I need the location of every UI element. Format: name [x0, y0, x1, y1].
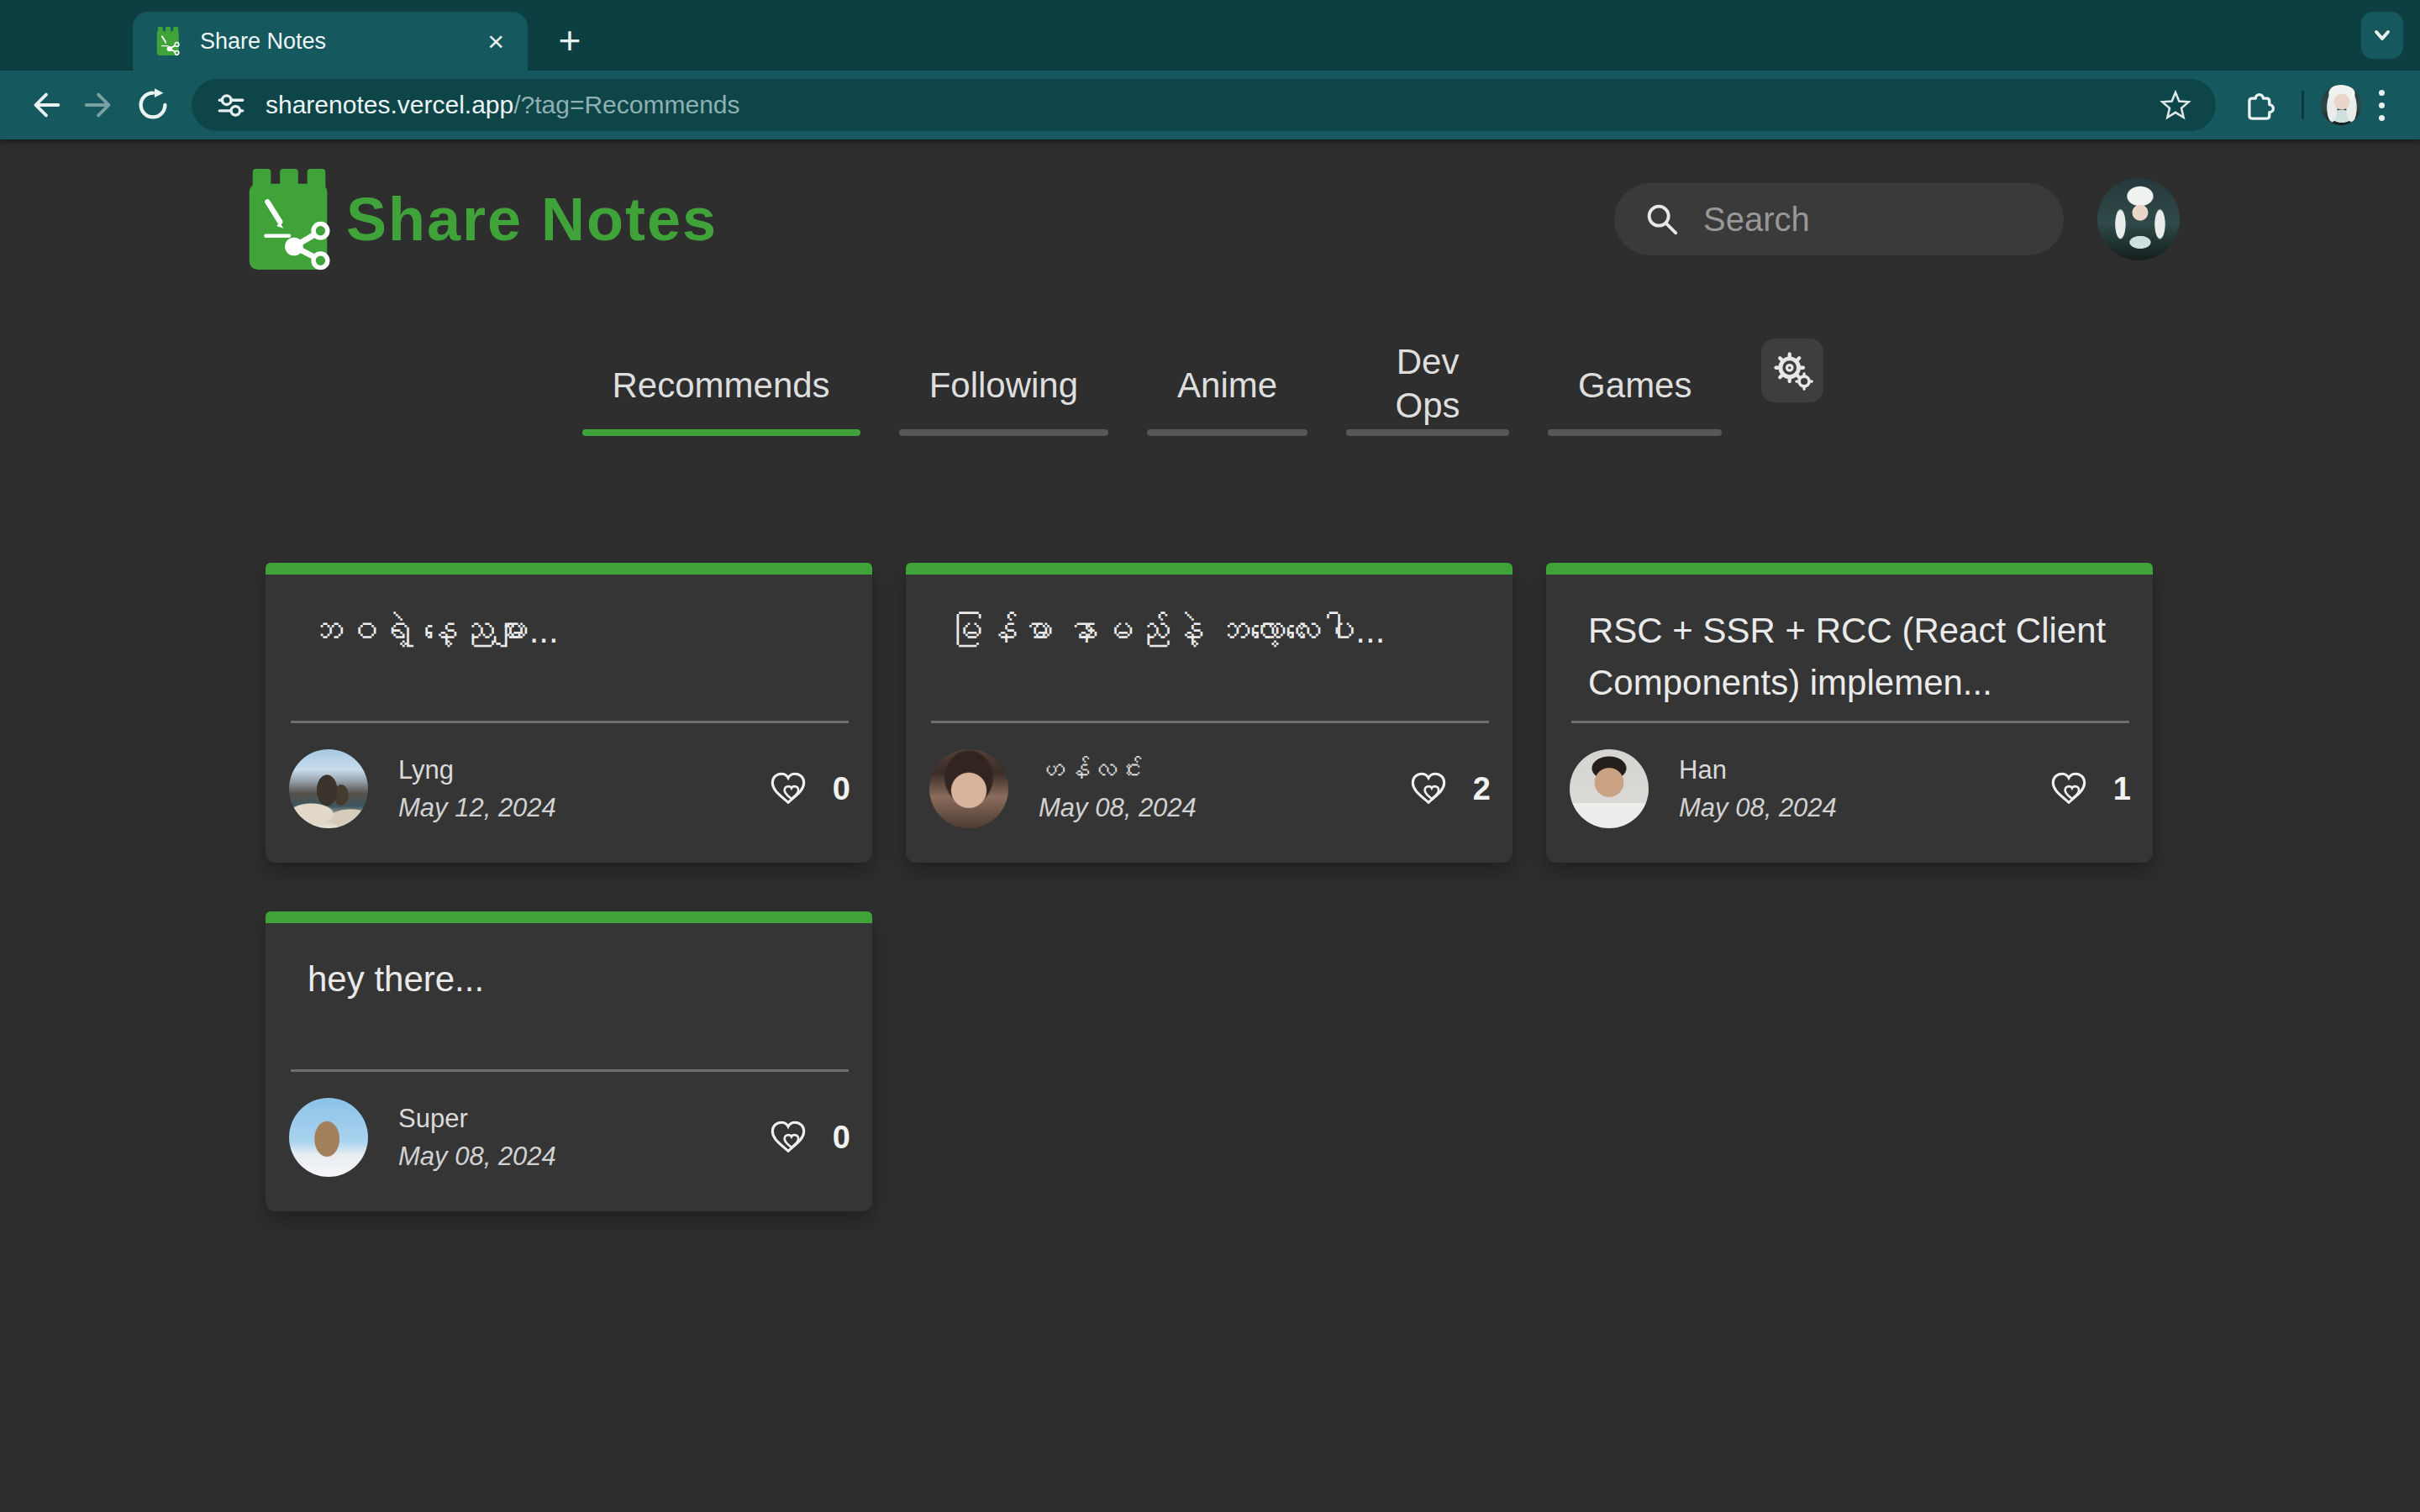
user-avatar[interactable] — [2097, 178, 2180, 260]
page-content: Share Notes Search Recommends Following … — [0, 139, 2420, 1512]
card-title: RSC + SSR + RCC (React Client Components… — [1588, 605, 2111, 709]
screen: Share Notes × + — [0, 0, 2420, 1512]
back-arrow-icon — [26, 86, 65, 124]
site-info-icon[interactable] — [215, 89, 247, 121]
cards-grid: ဘဝရဲ့ နေ့ညများ... Lyng May 12, 2024 0 မြ… — [266, 563, 2154, 1211]
likes-heart-icon — [1409, 769, 1448, 808]
nav-tab-dev-ops[interactable]: Dev Ops — [1346, 340, 1509, 436]
author-name: Han — [1679, 755, 1837, 785]
card-accent-bar — [906, 563, 1512, 575]
forward-button[interactable] — [72, 78, 126, 132]
author-avatar — [929, 749, 1008, 828]
card-title: မြန်မာ နာမည်နဲ့ ဘလော့လေးပါ... — [948, 605, 1470, 657]
card-date: May 08, 2024 — [1039, 793, 1197, 823]
new-tab-button[interactable]: + — [544, 15, 595, 66]
search-input[interactable]: Search — [1614, 183, 2064, 255]
author-avatar — [289, 1098, 368, 1177]
card-date: May 12, 2024 — [398, 793, 556, 823]
card-date: May 08, 2024 — [398, 1142, 556, 1172]
author-name: Lyng — [398, 755, 556, 785]
likes-count: 0 — [833, 1120, 850, 1156]
address-bar[interactable]: sharenotes.vercel.app/?tag=Recommends — [192, 79, 2216, 131]
card-title: hey there... — [308, 953, 830, 1005]
author-avatar — [289, 749, 368, 828]
likes-count: 2 — [1473, 771, 1491, 807]
share-notes-favicon — [153, 26, 183, 56]
page-title: Share Notes — [346, 185, 1614, 254]
nav-tab-anime[interactable]: Anime — [1147, 364, 1307, 436]
card-date: May 08, 2024 — [1679, 793, 1837, 823]
card-accent-bar — [266, 911, 872, 923]
author-name: Super — [398, 1104, 556, 1134]
likes-heart-icon — [769, 1118, 808, 1157]
likes-heart-icon — [769, 769, 808, 808]
reload-icon — [134, 86, 172, 124]
likes[interactable]: 0 — [769, 769, 850, 808]
page-header: Share Notes Search — [242, 139, 2180, 274]
back-button[interactable] — [18, 78, 72, 132]
browser-menu-button[interactable] — [2361, 85, 2402, 125]
likes[interactable]: 1 — [2049, 769, 2131, 808]
likes-count: 1 — [2113, 771, 2131, 807]
nav-tab-following[interactable]: Following — [899, 364, 1108, 436]
likes[interactable]: 2 — [1409, 769, 1491, 808]
card-accent-bar — [1546, 563, 2153, 575]
extensions-puzzle-icon — [2239, 87, 2276, 123]
tab-search-chevron-button[interactable] — [2361, 12, 2403, 59]
tag-nav: Recommends Following Anime Dev Ops Games — [0, 339, 2420, 436]
extensions-button[interactable] — [2231, 78, 2285, 132]
nav-tab-games[interactable]: Games — [1548, 364, 1722, 436]
chevron-down-icon — [2370, 23, 2395, 48]
card-title: ဘဝရဲ့ နေ့ညများ... — [308, 605, 830, 657]
bookmark-star-icon[interactable] — [2159, 88, 2192, 122]
note-card[interactable]: ဘဝရဲ့ နေ့ညများ... Lyng May 12, 2024 0 — [266, 563, 872, 863]
browser-tab[interactable]: Share Notes × — [133, 12, 528, 71]
note-card[interactable]: RSC + SSR + RCC (React Client Components… — [1546, 563, 2153, 863]
author-avatar — [1570, 749, 1649, 828]
likes-heart-icon — [2049, 769, 2088, 808]
note-card[interactable]: မြန်မာ နာမည်နဲ့ ဘလော့လေးပါ... ဟန်လင်း Ma… — [906, 563, 1512, 863]
settings-gear-icon — [1770, 349, 1814, 392]
browser-toolbar: sharenotes.vercel.app/?tag=Recommends — [0, 71, 2420, 139]
card-divider — [291, 721, 849, 723]
author-name: ဟန်လင်း — [1039, 755, 1197, 785]
browser-profile-avatar[interactable] — [2321, 85, 2361, 125]
settings-button[interactable] — [1761, 339, 1823, 402]
toolbar-separator — [2302, 91, 2304, 119]
tab-title: Share Notes — [200, 29, 484, 55]
reload-button[interactable] — [126, 78, 180, 132]
browser-tabstrip: Share Notes × + — [0, 0, 2420, 71]
search-placeholder: Search — [1703, 201, 1810, 239]
card-accent-bar — [266, 563, 872, 575]
nav-tab-recommends[interactable]: Recommends — [582, 364, 860, 436]
tab-close-icon[interactable]: × — [484, 27, 508, 55]
note-card[interactable]: hey there... Super May 08, 2024 0 — [266, 911, 872, 1211]
likes[interactable]: 0 — [769, 1118, 850, 1157]
likes-count: 0 — [833, 771, 850, 807]
url-text[interactable]: sharenotes.vercel.app/?tag=Recommends — [266, 91, 2159, 119]
card-divider — [931, 721, 1489, 723]
card-divider — [1571, 721, 2129, 723]
forward-arrow-icon — [80, 86, 118, 124]
toolbar-actions — [2231, 78, 2402, 132]
share-notes-logo-icon — [242, 165, 336, 273]
card-divider — [291, 1069, 849, 1072]
search-icon — [1643, 200, 1681, 239]
